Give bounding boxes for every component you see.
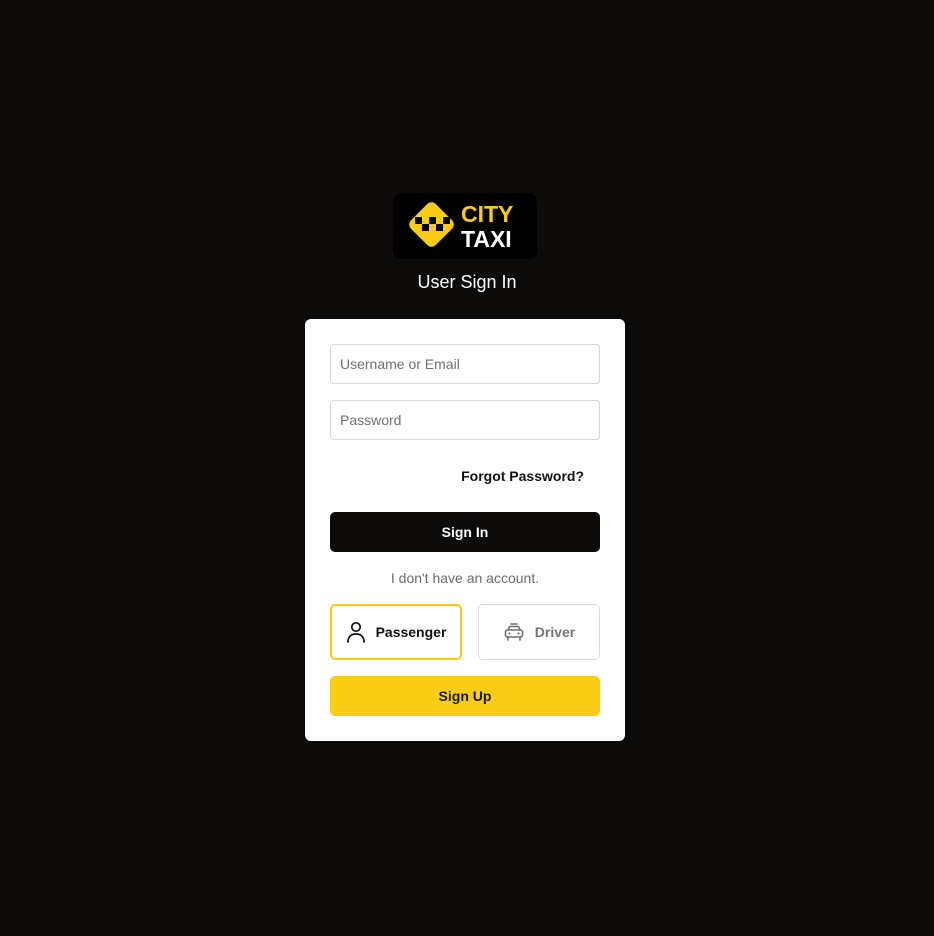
- page-title: User Sign In: [417, 272, 517, 292]
- role-label-passenger: Passenger: [375, 624, 447, 640]
- no-account-text: I don't have an account.: [390, 570, 540, 586]
- sign-in-card: Forgot Password? Sign In I don't have an…: [305, 319, 625, 741]
- role-option-driver[interactable]: Driver: [478, 604, 600, 660]
- password-input[interactable]: [330, 400, 600, 440]
- role-label-driver: Driver: [534, 624, 576, 640]
- role-option-passenger[interactable]: Passenger: [330, 604, 462, 660]
- logo-graphic: CITY TAXI: [409, 201, 513, 252]
- taxi-diamond-icon: [409, 202, 454, 247]
- city-taxi-logo: CITY TAXI: [393, 193, 537, 259]
- taxi-car-icon: [504, 623, 524, 641]
- logo-text-city: CITY: [461, 201, 513, 227]
- forgot-password-link[interactable]: Forgot Password?: [461, 467, 584, 485]
- person-icon: [346, 621, 365, 643]
- logo-text-taxi: TAXI: [461, 226, 512, 252]
- sign-in-button[interactable]: Sign In: [330, 512, 600, 552]
- username-email-input[interactable]: [330, 344, 600, 384]
- sign-up-button[interactable]: Sign Up: [330, 676, 600, 716]
